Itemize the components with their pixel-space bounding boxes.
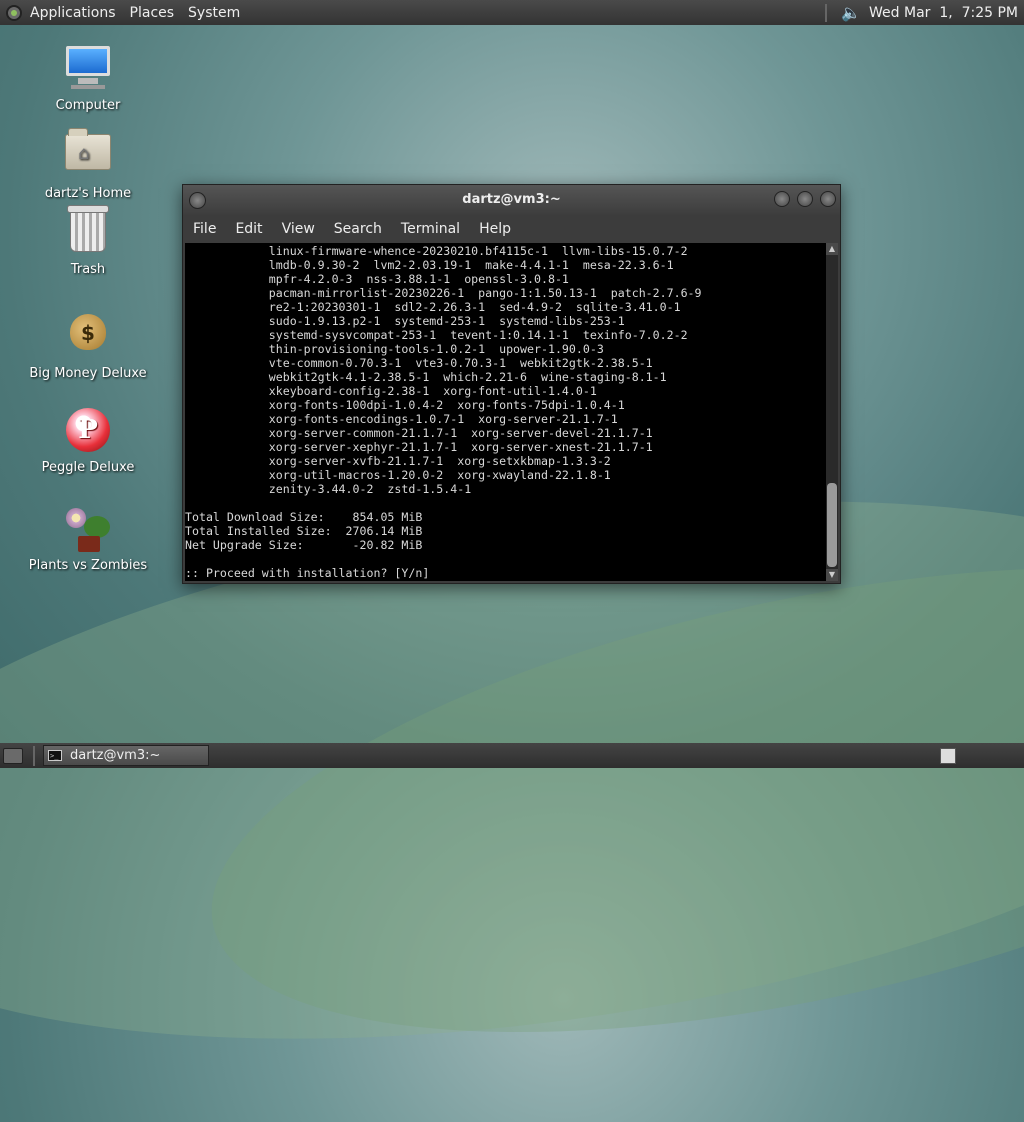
minimize-button[interactable] bbox=[774, 191, 790, 207]
desktop-icon-label: Plants vs Zombies bbox=[28, 558, 148, 573]
volume-icon[interactable]: 🔈 bbox=[841, 3, 861, 22]
menu-terminal[interactable]: Terminal bbox=[401, 221, 460, 237]
desktop-icon-big-money[interactable]: $ Big Money Deluxe bbox=[28, 306, 148, 381]
terminal-menubar: File Edit View Search Terminal Help bbox=[183, 215, 840, 242]
home-folder-icon: ⌂ bbox=[64, 128, 112, 182]
window-title: dartz@vm3:~ bbox=[462, 192, 561, 207]
window-controls bbox=[774, 191, 836, 207]
close-button[interactable] bbox=[820, 191, 836, 207]
desktop-icon-label: dartz's Home bbox=[44, 186, 132, 201]
maximize-button[interactable] bbox=[797, 191, 813, 207]
desktop-icon-peggle[interactable]: P Peggle Deluxe bbox=[28, 406, 148, 475]
terminal-titlebar[interactable]: dartz@vm3:~ bbox=[183, 185, 840, 215]
menu-edit[interactable]: Edit bbox=[235, 221, 262, 237]
bottom-panel: >_ dartz@vm3:~ bbox=[0, 743, 1024, 768]
window-menu-icon[interactable] bbox=[189, 192, 206, 209]
desktop-icon-label: Trash bbox=[70, 262, 106, 277]
workspace-switcher[interactable] bbox=[940, 747, 956, 764]
show-desktop-icon[interactable] bbox=[3, 747, 23, 764]
plants-vs-zombies-icon bbox=[64, 506, 112, 554]
scrollbar-thumb[interactable] bbox=[827, 483, 837, 567]
terminal-icon: >_ bbox=[48, 750, 62, 761]
computer-icon bbox=[64, 46, 112, 94]
panel-separator bbox=[825, 3, 828, 22]
desktop-icon-label: Computer bbox=[55, 98, 121, 113]
peggle-icon: P bbox=[64, 408, 112, 456]
menu-places[interactable]: Places bbox=[130, 5, 175, 21]
top-panel: Applications Places System 🔈 Wed Mar 1, … bbox=[0, 0, 1024, 25]
terminal-scrollbar[interactable]: ▲ ▼ bbox=[826, 243, 838, 581]
desktop-icon-label: Peggle Deluxe bbox=[41, 460, 135, 475]
desktop-icon-home[interactable]: ⌂ dartz's Home bbox=[28, 126, 148, 201]
desktop-icon-plants-vs-zombies[interactable]: Plants vs Zombies bbox=[28, 506, 148, 573]
taskbar-item-terminal[interactable]: >_ dartz@vm3:~ bbox=[43, 745, 209, 766]
scroll-up-arrow-icon[interactable]: ▲ bbox=[826, 243, 838, 255]
desktop-icon-label: Big Money Deluxe bbox=[29, 366, 147, 381]
menu-help[interactable]: Help bbox=[479, 221, 511, 237]
menu-applications[interactable]: Applications bbox=[30, 5, 116, 21]
scroll-down-arrow-icon[interactable]: ▼ bbox=[826, 569, 838, 581]
menu-search[interactable]: Search bbox=[334, 221, 382, 237]
panel-separator bbox=[33, 745, 35, 766]
menu-file[interactable]: File bbox=[193, 221, 216, 237]
clock[interactable]: Wed Mar 1, 7:25 PM bbox=[869, 5, 1018, 21]
distro-logo-icon[interactable] bbox=[6, 4, 22, 21]
menu-system[interactable]: System bbox=[188, 5, 240, 21]
money-bag-icon: $ bbox=[64, 314, 112, 362]
terminal-output-area[interactable]: linux-firmware-whence-20230210.bf4115c-1… bbox=[185, 243, 827, 581]
menu-view[interactable]: View bbox=[282, 221, 315, 237]
top-panel-tray: 🔈 Wed Mar 1, 7:25 PM bbox=[825, 3, 1018, 22]
terminal-output: linux-firmware-whence-20230210.bf4115c-1… bbox=[185, 244, 702, 580]
desktop-icon-computer[interactable]: Computer bbox=[28, 46, 148, 113]
taskbar-item-label: dartz@vm3:~ bbox=[70, 748, 161, 763]
terminal-window[interactable]: dartz@vm3:~ File Edit View Search Termin… bbox=[182, 184, 841, 584]
trash-icon bbox=[64, 205, 112, 258]
desktop-icon-trash[interactable]: Trash bbox=[28, 205, 148, 277]
